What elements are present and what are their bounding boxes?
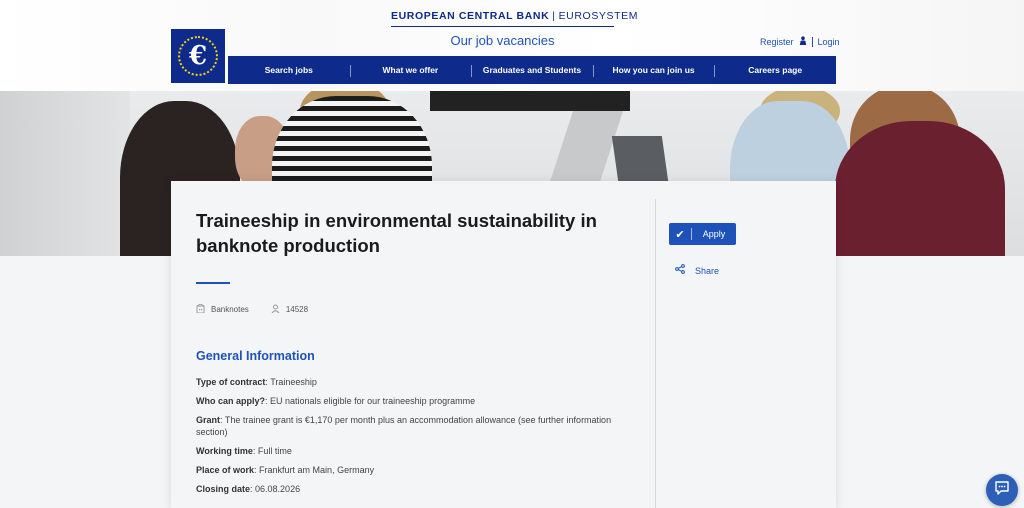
nav-what-we-offer[interactable]: What we offer <box>349 65 472 77</box>
hero-wall <box>0 91 130 256</box>
info-row-closing: Closing date: 06.08.2026 <box>196 484 301 494</box>
info-label: Who can apply? <box>196 396 266 406</box>
info-value: Full time <box>257 446 292 456</box>
job-meta: Banknotes 14528 <box>196 303 309 315</box>
info-value: EU nationals eligible for our traineeshi… <box>270 396 476 406</box>
info-value: The trainee grant is €1,170 per month pl… <box>196 415 612 437</box>
title-underline <box>196 282 230 284</box>
info-value: Traineeship <box>270 377 317 387</box>
chat-icon <box>994 480 1010 500</box>
checkmark-icon: ✔ <box>675 228 685 241</box>
job-title: Traineeship in environmental sustainabil… <box>196 210 597 256</box>
nav-graduates-students[interactable]: Graduates and Students <box>471 65 593 77</box>
info-label: Working time <box>196 446 253 456</box>
info-value: 06.08.2026 <box>255 484 301 494</box>
share-button[interactable]: Share <box>675 264 719 277</box>
register-link[interactable]: Register <box>760 37 794 47</box>
login-link[interactable]: Login <box>818 37 840 47</box>
share-icon <box>675 264 685 277</box>
apply-button[interactable]: ✔ Apply <box>669 223 736 245</box>
site-title[interactable]: Our job vacancies <box>391 33 614 48</box>
org-name-main: EUROPEAN CENTRAL BANK <box>391 10 550 22</box>
chat-button[interactable] <box>986 474 1018 506</box>
apply-button-label: Apply <box>702 229 726 239</box>
info-row-place: Place of work: Frankfurt am Main, German… <box>196 465 375 475</box>
id-card-icon <box>271 304 280 315</box>
info-row-working-time: Working time: Full time <box>196 446 292 456</box>
ecb-logo[interactable]: € <box>171 29 225 83</box>
nav-search-jobs[interactable]: Search jobs <box>228 65 350 75</box>
building-icon <box>196 303 205 315</box>
org-name: EUROPEAN CENTRAL BANK | EUROSYSTEM <box>391 10 638 22</box>
job-department: Banknotes <box>211 305 249 314</box>
hero-laptop <box>611 136 669 181</box>
job-reference: 14528 <box>285 305 309 314</box>
hero-monitor <box>430 91 630 111</box>
info-label: Closing date <box>196 484 251 494</box>
general-info: Type of contract: Traineeship Who can ap… <box>196 376 626 502</box>
section-title: General Information <box>196 349 315 363</box>
info-label: Place of work <box>196 465 255 475</box>
info-row-contract: Type of contract: Traineeship <box>196 377 317 387</box>
info-row-who: Who can apply?: EU nationals eligible fo… <box>196 396 476 406</box>
user-links: Register Login <box>760 36 840 48</box>
person-icon <box>799 36 807 48</box>
info-value: Frankfurt am Main, Germany <box>259 465 375 475</box>
title-divider <box>391 26 614 27</box>
org-name-separator: | <box>552 10 556 22</box>
user-links-divider <box>811 37 813 47</box>
nav-how-to-join[interactable]: How you can join us <box>592 65 715 77</box>
hero-monitor-arm <box>547 111 623 191</box>
share-label: Share <box>695 265 720 276</box>
hero-person <box>835 121 1005 256</box>
column-divider <box>655 199 656 508</box>
info-label: Type of contract <box>196 377 266 387</box>
info-row-grant: Grant: The trainee grant is €1,170 per m… <box>196 415 612 437</box>
info-label: Grant <box>196 415 221 425</box>
main-nav: Search jobs What we offer Graduates and … <box>228 56 836 84</box>
job-card: Traineeship in environmental sustainabil… <box>171 181 836 508</box>
nav-careers-page[interactable]: Careers page <box>714 65 836 77</box>
site-header: € EUROPEAN CENTRAL BANK | EUROSYSTEM Our j… <box>0 0 1024 91</box>
job-card-body: Traineeship in environmental sustainabil… <box>171 181 836 508</box>
org-name-sub: EUROSYSTEM <box>558 10 639 22</box>
euro-icon: € <box>178 36 218 76</box>
